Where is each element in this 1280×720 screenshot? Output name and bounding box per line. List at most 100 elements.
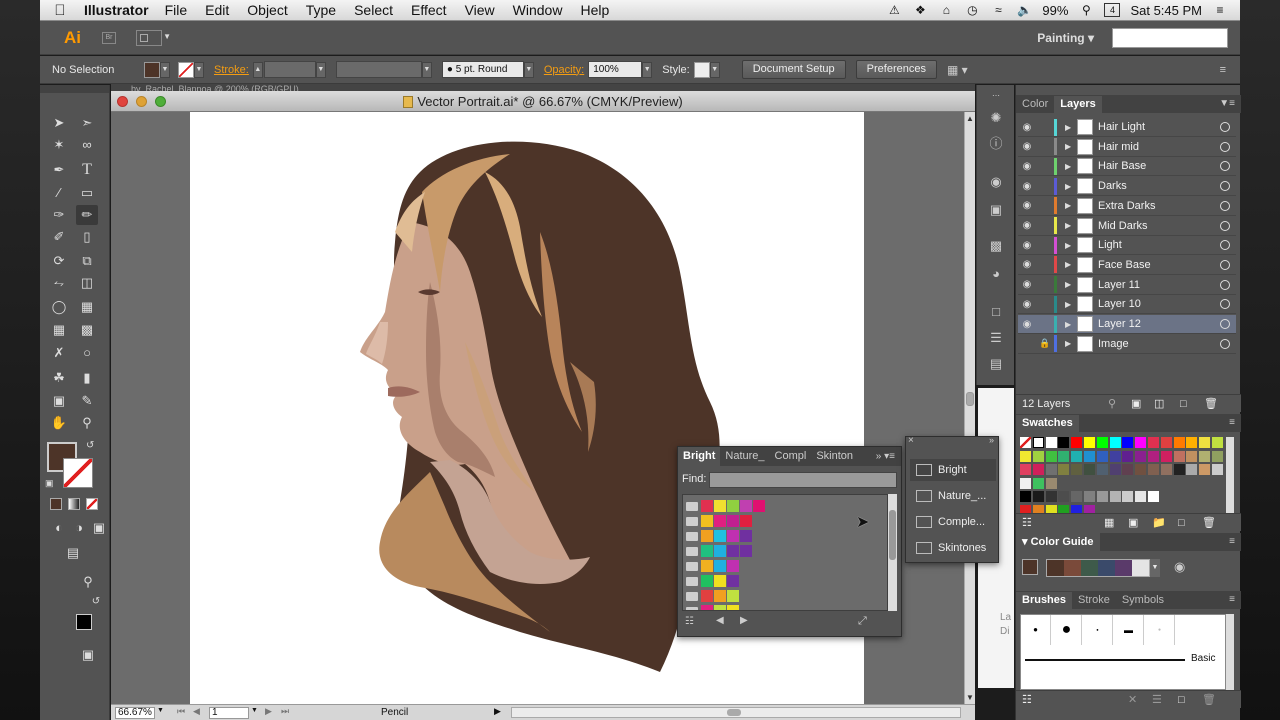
swatch[interactable]: [727, 500, 739, 512]
direct-selection-tool-icon[interactable]: ➣: [76, 113, 98, 133]
fill-dropdown[interactable]: ▼: [160, 61, 170, 78]
expand-triangle-icon[interactable]: ▶: [1065, 201, 1077, 210]
swatch[interactable]: [714, 575, 726, 587]
zoom-mini-icon[interactable]: ⚲: [77, 572, 99, 592]
tab-skintones[interactable]: Skinton: [811, 447, 858, 466]
menu-edit[interactable]: Edit: [205, 2, 229, 18]
find-field[interactable]: [709, 472, 897, 488]
hand-tool-icon[interactable]: ✋: [48, 413, 70, 433]
horizontal-scrollbar[interactable]: [511, 707, 961, 718]
layer-row[interactable]: ◉ ▶ Face Base: [1018, 256, 1236, 275]
flyout-item-nature[interactable]: Nature_...: [910, 485, 996, 507]
swatch[interactable]: [701, 575, 713, 587]
minimize-window-button[interactable]: [136, 96, 147, 107]
type-tool-icon[interactable]: T: [76, 160, 98, 180]
swatch[interactable]: [1122, 464, 1134, 475]
arrange-panel-icon[interactable]: ▦ ▾: [947, 63, 968, 77]
swatch[interactable]: [1109, 437, 1121, 448]
swatch[interactable]: [1173, 437, 1185, 448]
default-colors-icon[interactable]: ▣: [45, 478, 54, 489]
swatch[interactable]: [1199, 464, 1211, 475]
expand-triangle-icon[interactable]: ▶: [1065, 300, 1077, 309]
new-brush-icon[interactable]: □: [1178, 691, 1185, 709]
target-circle-icon[interactable]: [1220, 319, 1230, 329]
swatch[interactable]: [1096, 437, 1108, 448]
brush-libraries-icon[interactable]: ☷: [1022, 694, 1032, 706]
swatch[interactable]: [1199, 450, 1211, 462]
swatch[interactable]: [714, 545, 726, 557]
swatch[interactable]: [1032, 464, 1044, 475]
eraser-tool-icon[interactable]: ▯: [76, 227, 98, 247]
more-tabs-icon[interactable]: » ▾≡: [876, 451, 901, 462]
current-tool-label[interactable]: Pencil: [381, 707, 408, 718]
profile-dropdown[interactable]: ▼: [421, 61, 432, 78]
layer-name[interactable]: Extra Darks: [1098, 200, 1220, 212]
pen-tool-icon[interactable]: ✒: [48, 160, 70, 180]
layer-name[interactable]: Darks: [1098, 180, 1220, 192]
library-scroll-thumb[interactable]: [889, 510, 896, 560]
collapse-library-icon[interactable]: ⤢: [858, 615, 867, 628]
swatch[interactable]: [1032, 477, 1044, 489]
zoom-tool-icon[interactable]: ⚲: [76, 413, 98, 433]
lock-icon[interactable]: 🔒: [1036, 338, 1054, 349]
brush-calligraphic[interactable]: ▬: [1114, 615, 1144, 645]
swatch[interactable]: [1071, 437, 1083, 448]
menu-view[interactable]: View: [465, 2, 495, 18]
draw-normal-icon[interactable]: ◐: [48, 518, 70, 538]
swatch[interactable]: [1096, 450, 1108, 462]
zoom-dropdown[interactable]: ▼: [157, 707, 164, 714]
document-setup-button[interactable]: Document Setup: [741, 60, 846, 79]
symbol-sprayer-tool-icon[interactable]: ☘: [48, 368, 70, 388]
flyout-expand-icon[interactable]: »: [989, 435, 994, 445]
swatch[interactable]: [1084, 450, 1095, 462]
target-circle-icon[interactable]: [1220, 279, 1230, 290]
arrange-documents-button[interactable]: ▼: [136, 29, 171, 46]
preferences-button[interactable]: Preferences: [855, 60, 937, 79]
tab-brushes[interactable]: Brushes: [1016, 592, 1073, 609]
brushes-scrollbar[interactable]: [1226, 614, 1234, 690]
gradient-tool-icon[interactable]: ▩: [76, 320, 98, 340]
swatch[interactable]: [714, 515, 726, 527]
swatch[interactable]: [1045, 464, 1057, 475]
opacity-label[interactable]: Opacity:: [544, 64, 584, 76]
status-menu-icon[interactable]: ▶: [494, 706, 501, 717]
swatch[interactable]: [1148, 437, 1159, 448]
layer-name[interactable]: Layer 12: [1098, 318, 1220, 330]
target-circle-icon[interactable]: [1220, 220, 1230, 231]
swatch[interactable]: [1148, 491, 1159, 502]
swatch[interactable]: [1096, 491, 1108, 502]
swatch[interactable]: [727, 515, 739, 527]
swatch[interactable]: [1212, 450, 1223, 462]
color-mode-icon[interactable]: [50, 498, 62, 510]
swatch[interactable]: [1186, 450, 1198, 462]
layer-row[interactable]: ◉ ▶ Hair mid: [1018, 138, 1236, 157]
fill-swatch-mini[interactable]: [76, 614, 92, 630]
stroke-weight-dropdown[interactable]: ▼: [315, 61, 326, 78]
gradient-mode-icon[interactable]: [68, 498, 80, 510]
swatch[interactable]: [701, 605, 713, 610]
blob-brush-tool-icon[interactable]: ✐: [48, 227, 70, 247]
artboard-dropdown[interactable]: ▼: [251, 707, 258, 714]
menu-list-icon[interactable]: ≡: [1212, 3, 1228, 17]
menu-type[interactable]: Type: [306, 2, 336, 18]
swatch[interactable]: [714, 560, 726, 572]
width-tool-icon[interactable]: ⥊: [48, 273, 70, 293]
draw-inside-icon[interactable]: ▣: [88, 518, 110, 538]
swatch[interactable]: [740, 515, 752, 527]
swatch[interactable]: [740, 500, 752, 512]
stroke-none-swatch[interactable]: [178, 61, 194, 78]
swatch[interactable]: [1186, 437, 1198, 448]
blend-tool-icon[interactable]: ○: [76, 343, 98, 363]
target-circle-icon[interactable]: [1220, 161, 1230, 172]
layer-name[interactable]: Face Base: [1098, 259, 1220, 271]
tab-symbols[interactable]: Symbols: [1116, 592, 1170, 609]
stroke-label[interactable]: Stroke:: [214, 64, 249, 76]
visibility-eye-icon[interactable]: ◉: [1018, 161, 1036, 172]
tab-color-guide[interactable]: ▾ Color Guide: [1016, 533, 1100, 551]
layer-row[interactable]: 🔒 ▶ Image: [1018, 335, 1236, 354]
swatch[interactable]: [1058, 491, 1070, 502]
previous-artboard-icon[interactable]: ◀: [193, 706, 200, 717]
swatch[interactable]: [1020, 437, 1031, 448]
visibility-eye-icon[interactable]: ◉: [1018, 200, 1036, 211]
target-circle-icon[interactable]: [1220, 338, 1230, 349]
